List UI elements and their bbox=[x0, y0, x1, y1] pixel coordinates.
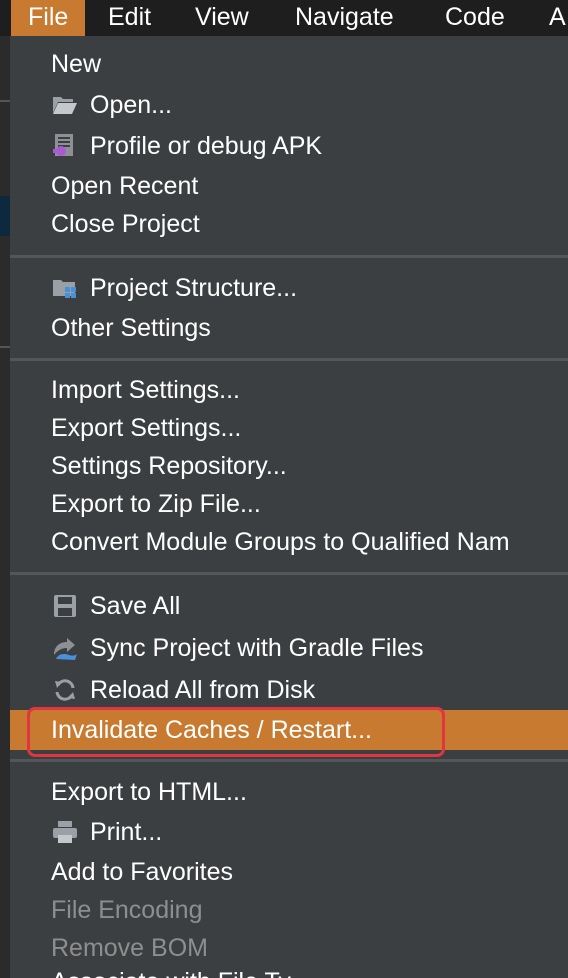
reload-icon bbox=[51, 676, 79, 704]
menu-item-settings-repository[interactable]: Settings Repository... bbox=[10, 447, 568, 485]
menu-item-label: Open Recent bbox=[51, 171, 199, 200]
menu-item-label: Profile or debug APK bbox=[90, 131, 323, 160]
apk-icon bbox=[51, 132, 79, 160]
menu-item-print[interactable]: Print... bbox=[10, 813, 568, 851]
menu-edit[interactable]: Edit bbox=[108, 0, 151, 36]
menu-item-label: Associate with File Ty bbox=[51, 968, 291, 978]
menu-item-profile-apk[interactable]: Profile or debug APK bbox=[10, 127, 568, 165]
menu-item-label: File Encoding bbox=[51, 895, 203, 924]
menu-item-export-settings[interactable]: Export Settings... bbox=[10, 409, 568, 447]
menu-separator bbox=[10, 255, 568, 258]
menu-navigate[interactable]: Navigate bbox=[295, 0, 394, 36]
menu-item-other-settings[interactable]: Other Settings bbox=[10, 309, 568, 347]
ide-divider bbox=[0, 100, 10, 102]
menu-item-label: Settings Repository... bbox=[51, 451, 287, 480]
menu-item-sync-gradle[interactable]: Sync Project with Gradle Files bbox=[10, 629, 568, 667]
ide-divider bbox=[0, 346, 10, 348]
menu-item-open[interactable]: Open... bbox=[10, 86, 568, 124]
menu-item-label: Print... bbox=[90, 817, 163, 846]
menu-separator bbox=[10, 572, 568, 575]
menu-item-label: Import Settings... bbox=[51, 375, 240, 404]
ide-background bbox=[0, 36, 10, 978]
menu-item-close-project[interactable]: Close Project bbox=[10, 205, 568, 243]
gradle-sync-icon bbox=[51, 634, 79, 662]
menu-item-file-encoding: File Encoding bbox=[10, 891, 568, 929]
menu-file[interactable]: File bbox=[11, 0, 86, 36]
menubar: File Edit View Navigate Code A bbox=[0, 0, 568, 36]
menu-separator bbox=[10, 759, 568, 762]
menu-item-remove-bom: Remove BOM bbox=[10, 929, 568, 967]
printer-icon bbox=[51, 818, 79, 846]
menu-item-export-zip[interactable]: Export to Zip File... bbox=[10, 485, 568, 523]
menu-code[interactable]: Code bbox=[445, 0, 505, 36]
file-menu-dropdown: New Open... Profile or debug APK Open Re… bbox=[10, 36, 568, 978]
menu-item-open-recent[interactable]: Open Recent bbox=[10, 167, 568, 205]
project-structure-icon bbox=[51, 274, 79, 302]
menu-truncated[interactable]: A bbox=[549, 0, 566, 36]
menu-item-label: Sync Project with Gradle Files bbox=[90, 633, 424, 662]
menu-item-label: Export to HTML... bbox=[51, 777, 247, 806]
ide-selection bbox=[0, 196, 10, 236]
menu-item-label: New bbox=[51, 49, 102, 78]
menu-item-label: Reload All from Disk bbox=[90, 675, 316, 704]
menu-item-save-all[interactable]: Save All bbox=[10, 587, 568, 625]
menu-item-label: Add to Favorites bbox=[51, 857, 234, 886]
save-icon bbox=[51, 592, 79, 620]
menu-item-associate-file-type[interactable]: Associate with File Ty bbox=[10, 963, 568, 978]
menu-separator bbox=[10, 358, 568, 361]
menu-item-label: Export Settings... bbox=[51, 413, 242, 442]
folder-icon bbox=[51, 91, 79, 119]
menu-item-convert-module-groups[interactable]: Convert Module Groups to Qualified Nam bbox=[10, 523, 568, 561]
menu-item-new[interactable]: New bbox=[10, 45, 568, 83]
menu-item-label: Save All bbox=[90, 591, 181, 620]
menu-item-import-settings[interactable]: Import Settings... bbox=[10, 371, 568, 409]
menu-item-project-structure[interactable]: Project Structure... bbox=[10, 269, 568, 307]
menu-item-label: Other Settings bbox=[51, 313, 211, 342]
menu-item-label: Open... bbox=[90, 90, 172, 119]
menu-item-label: Close Project bbox=[51, 209, 200, 238]
highlight-annotation bbox=[27, 707, 445, 757]
menu-item-reload-from-disk[interactable]: Reload All from Disk bbox=[10, 671, 568, 709]
menu-item-label: Remove BOM bbox=[51, 933, 208, 962]
menu-item-label: Project Structure... bbox=[90, 273, 298, 302]
menu-item-add-favorites[interactable]: Add to Favorites bbox=[10, 853, 568, 891]
menu-view[interactable]: View bbox=[195, 0, 249, 36]
menu-item-label: Convert Module Groups to Qualified Nam bbox=[51, 527, 510, 556]
menu-item-export-html[interactable]: Export to HTML... bbox=[10, 773, 568, 811]
menu-item-label: Export to Zip File... bbox=[51, 489, 261, 518]
